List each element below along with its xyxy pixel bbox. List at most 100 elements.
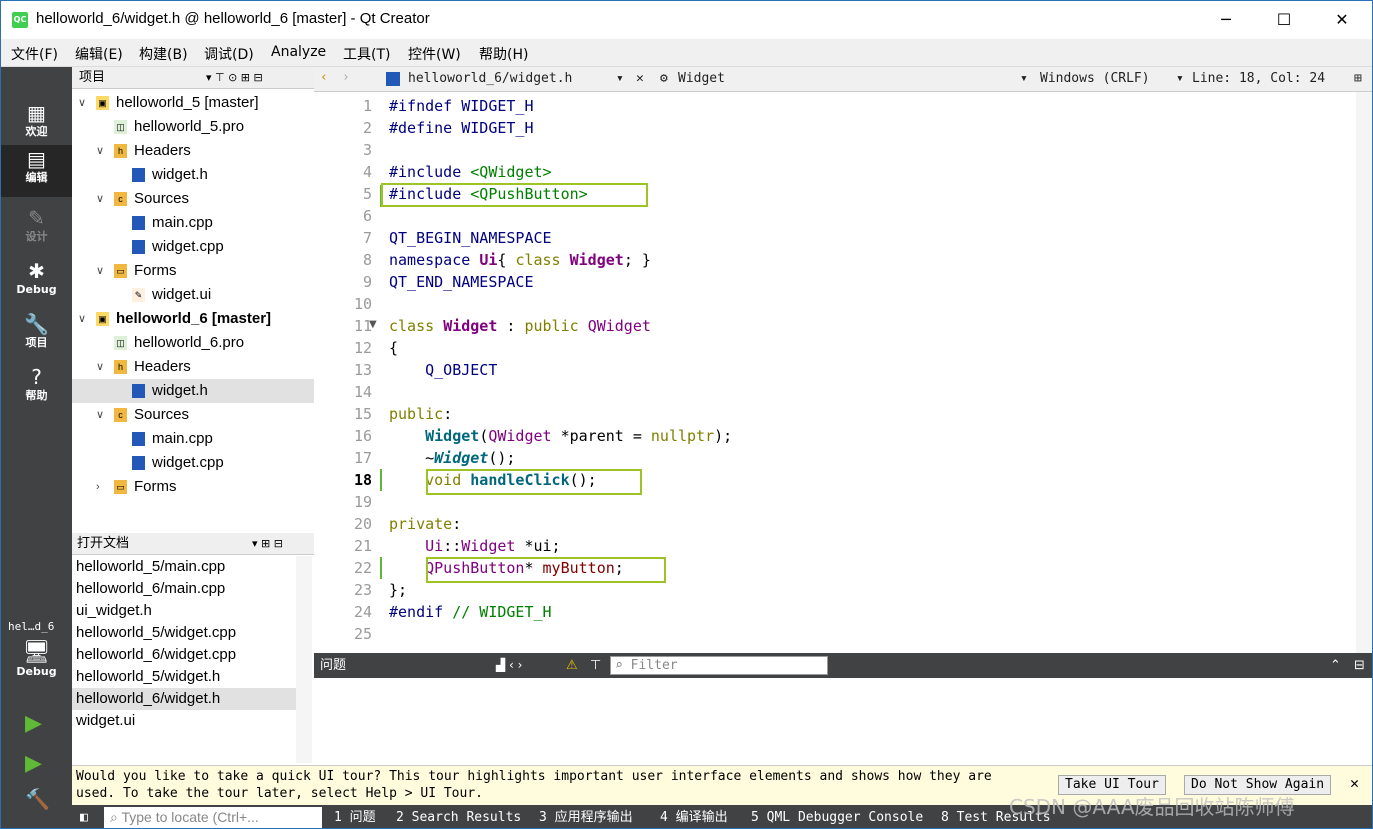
- tree-item[interactable]: widget.cpp: [72, 451, 314, 475]
- maximize-pane-icon[interactable]: ⌃: [1330, 653, 1341, 678]
- menu-tools[interactable]: 工具(T): [343, 44, 390, 64]
- chevron-down-icon[interactable]: ▾: [1020, 71, 1028, 86]
- build-hammer-icon[interactable]: 🔨: [25, 787, 50, 811]
- filter-icon[interactable]: ▾ ⊤ ⊙ ⊞ ⊟: [206, 67, 263, 88]
- menu-help[interactable]: 帮助(H): [479, 44, 528, 64]
- open-document-item[interactable]: helloworld_6/widget.h: [72, 688, 298, 710]
- locator-input[interactable]: ⌕ Type to locate (Ctrl+...: [104, 807, 322, 828]
- code-line[interactable]: #define WIDGET_H: [389, 117, 534, 139]
- tree-item[interactable]: main.cpp: [72, 211, 314, 235]
- code-line[interactable]: Q_OBJECT: [389, 359, 497, 381]
- tree-item[interactable]: ∨ ▭ Forms: [72, 259, 314, 283]
- maximize-button[interactable]: ☐: [1255, 1, 1313, 39]
- mode-edit[interactable]: ▤ 编辑: [1, 145, 72, 197]
- code-line[interactable]: #endif // WIDGET_H: [389, 601, 552, 623]
- tree-item[interactable]: widget.h: [72, 163, 314, 187]
- code-line[interactable]: ~Widget();: [389, 447, 515, 469]
- run-icon[interactable]: ▶: [25, 711, 42, 736]
- docs-scrollbar[interactable]: [296, 556, 312, 763]
- open-document-item[interactable]: helloworld_6/widget.cpp: [72, 644, 298, 666]
- menu-edit[interactable]: 编辑(E): [75, 44, 123, 64]
- warning-icon[interactable]: ⚠: [566, 653, 578, 678]
- menu-debug[interactable]: 调试(D): [204, 44, 254, 64]
- split-icon[interactable]: ⊞: [1354, 71, 1362, 86]
- tree-arrow-icon[interactable]: ∨: [96, 403, 104, 427]
- mode-design[interactable]: ✎ 设计: [1, 204, 72, 256]
- code-line[interactable]: Widget(QWidget *parent = nullptr);: [389, 425, 732, 447]
- code-line[interactable]: #ifndef WIDGET_H: [389, 95, 534, 117]
- tree-item[interactable]: ◫ helloworld_6.pro: [72, 331, 314, 355]
- tree-item[interactable]: widget.cpp: [72, 235, 314, 259]
- mode-welcome[interactable]: ▦ 欢迎: [1, 99, 72, 151]
- tab-application-output[interactable]: 3 应用程序输出: [539, 805, 633, 828]
- tree-arrow-icon[interactable]: ∨: [96, 259, 104, 283]
- forward-icon[interactable]: ›: [342, 70, 350, 85]
- debug-run-icon[interactable]: ▶: [25, 751, 42, 776]
- tree-item[interactable]: › ▭ Forms: [72, 475, 314, 499]
- code-line[interactable]: QT_END_NAMESPACE: [389, 271, 534, 293]
- menu-build[interactable]: 构建(B): [139, 44, 188, 64]
- editor-file-name[interactable]: helloworld_6/widget.h: [408, 71, 572, 86]
- menu-controls[interactable]: 控件(W): [408, 44, 461, 64]
- issues-toolbar-icons[interactable]: ▟ ‹ ›: [496, 653, 522, 678]
- fold-arrow-icon[interactable]: ▼: [369, 319, 377, 330]
- chevron-down-icon[interactable]: ▾: [616, 71, 624, 86]
- tab-search-results[interactable]: 2 Search Results: [396, 805, 521, 828]
- menu-analyze[interactable]: Analyze: [271, 44, 326, 60]
- code-line[interactable]: };: [389, 579, 407, 601]
- back-icon[interactable]: ‹: [320, 70, 328, 85]
- toggle-sidebar-icon[interactable]: ◧: [80, 805, 88, 828]
- tree-item[interactable]: main.cpp: [72, 427, 314, 451]
- tree-item[interactable]: widget.h: [72, 379, 314, 403]
- close-banner-icon[interactable]: ✕: [1350, 775, 1359, 792]
- chevron-down-icon[interactable]: ▾: [1176, 71, 1184, 86]
- tree-item[interactable]: ∨ c Sources: [72, 403, 314, 427]
- mode-help[interactable]: ? 帮助: [1, 363, 72, 415]
- tree-item[interactable]: ∨ h Headers: [72, 355, 314, 379]
- open-document-item[interactable]: ui_widget.h: [72, 600, 298, 622]
- code-line[interactable]: #include <QWidget>: [389, 161, 552, 183]
- kit-selector[interactable]: 🖥 Debug: [1, 639, 72, 691]
- open-document-item[interactable]: helloworld_5/main.cpp: [72, 556, 298, 578]
- tab-qml-debugger[interactable]: 5 QML Debugger Console: [751, 805, 923, 828]
- mode-debug[interactable]: ✱ Debug: [1, 257, 72, 309]
- tree-arrow-icon[interactable]: ›: [96, 475, 100, 499]
- filter-icon[interactable]: ⊤: [590, 653, 601, 678]
- open-document-item[interactable]: helloworld_5/widget.cpp: [72, 622, 298, 644]
- pane-controls-icon[interactable]: ▾ ⊞ ⊟: [252, 533, 283, 554]
- code-line[interactable]: private:: [389, 513, 461, 535]
- close-window-button[interactable]: ✕: [1313, 1, 1371, 39]
- mode-projects[interactable]: 🔧 项目: [1, 310, 72, 362]
- code-line[interactable]: class Widget : public QWidget: [389, 315, 651, 337]
- tab-compile-output[interactable]: 4 编译输出: [660, 805, 728, 828]
- close-pane-icon[interactable]: ⊟: [1354, 653, 1365, 678]
- tree-item[interactable]: ∨ ▣ helloworld_6 [master]: [72, 307, 314, 331]
- menu-file[interactable]: 文件(F): [11, 44, 58, 64]
- tree-arrow-icon[interactable]: ∨: [78, 307, 86, 331]
- code-line[interactable]: {: [389, 337, 398, 359]
- tree-arrow-icon[interactable]: ∨: [96, 187, 104, 211]
- issues-filter-input[interactable]: ⌕ Filter: [610, 656, 828, 675]
- tree-item[interactable]: ∨ ▣ helloworld_5 [master]: [72, 91, 314, 115]
- close-file-icon[interactable]: ✕: [636, 71, 644, 86]
- cursor-position[interactable]: Line: 18, Col: 24: [1192, 71, 1325, 86]
- editor-scrollbar[interactable]: [1356, 92, 1372, 653]
- code-line[interactable]: public:: [389, 403, 452, 425]
- minimize-button[interactable]: ─: [1197, 1, 1255, 39]
- tab-issues[interactable]: 1 问题: [334, 805, 376, 828]
- open-document-item[interactable]: helloworld_5/widget.h: [72, 666, 298, 688]
- tree-arrow-icon[interactable]: ∨: [78, 91, 86, 115]
- tree-arrow-icon[interactable]: ∨: [96, 355, 104, 379]
- tree-item[interactable]: ∨ c Sources: [72, 187, 314, 211]
- tree-item[interactable]: ∨ h Headers: [72, 139, 314, 163]
- symbol-selector[interactable]: Widget: [678, 71, 725, 86]
- tree-item[interactable]: ◫ helloworld_5.pro: [72, 115, 314, 139]
- code-line[interactable]: Ui::Widget *ui;: [389, 535, 560, 557]
- open-document-item[interactable]: widget.ui: [72, 710, 298, 732]
- tree-arrow-icon[interactable]: ∨: [96, 139, 104, 163]
- line-ending-selector[interactable]: Windows (CRLF): [1040, 71, 1150, 86]
- code-line[interactable]: namespace Ui{ class Widget; }: [389, 249, 651, 271]
- code-editor[interactable]: 1 2 3 4 5 6 7 8 9 10 11 12 13 14 15 16 17 18 19 20 21 22 23 24 2…: [314, 92, 1372, 653]
- open-document-item[interactable]: helloworld_6/main.cpp: [72, 578, 298, 600]
- code-line[interactable]: QT_BEGIN_NAMESPACE: [389, 227, 552, 249]
